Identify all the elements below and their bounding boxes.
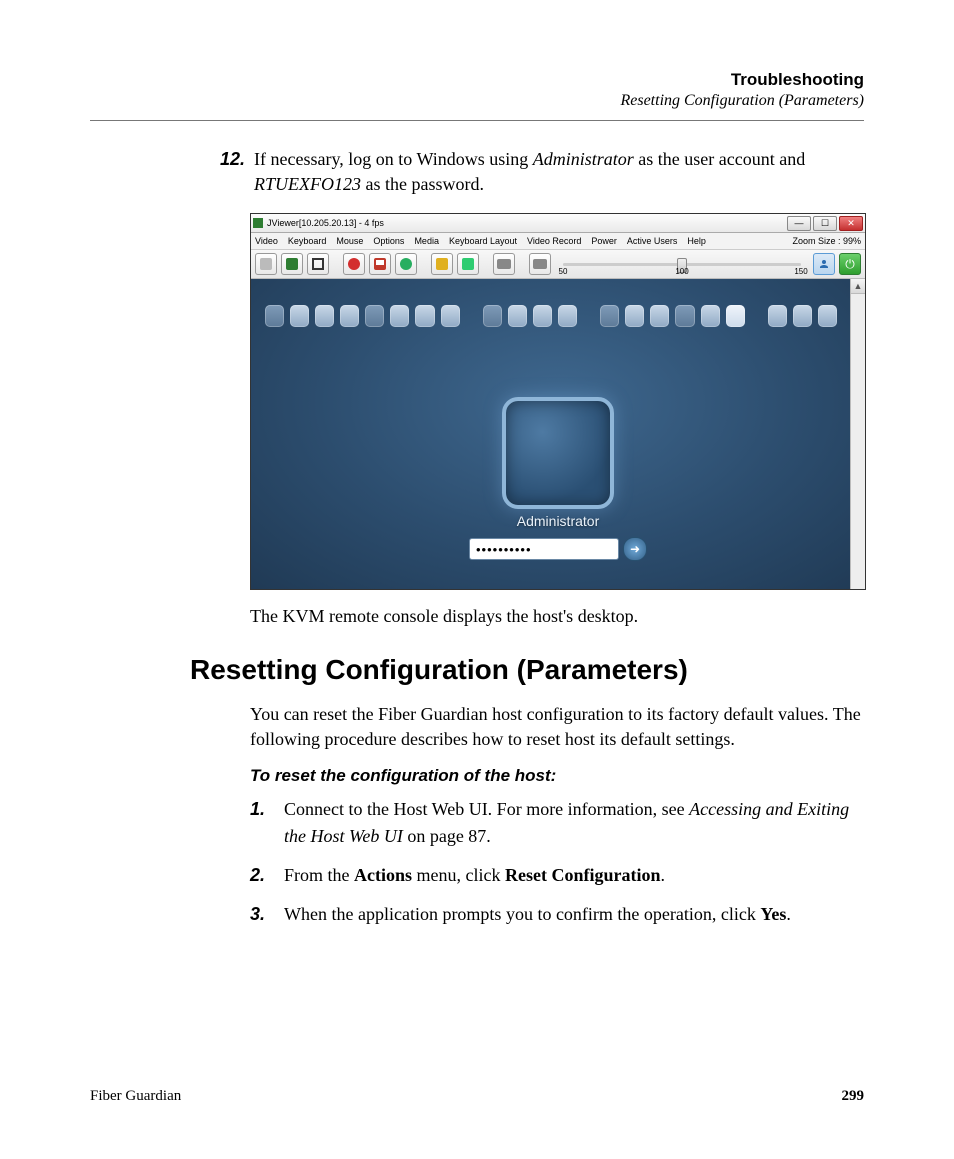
menu-power[interactable]: Power [591,236,617,246]
menu-video-record[interactable]: Video Record [527,236,581,246]
zoom-slider[interactable]: 50 100 150 [555,263,809,266]
taskbar-icons [251,305,851,327]
step-body: Connect to the Host Web UI. For more inf… [284,796,864,850]
remote-desktop: Administrator ➜ ▲ [251,279,865,589]
stop-icon[interactable] [395,253,417,275]
text: on page 87. [403,826,491,846]
tick-50: 50 [559,267,568,276]
tick-100: 100 [675,267,688,276]
step-body: From the Actions menu, click Reset Confi… [284,862,864,889]
app-icon [253,218,263,228]
actions-menu: Actions [354,865,412,885]
power-icon[interactable]: ⏻ [839,253,861,275]
step-12: 12. If necessary, log on to Windows usin… [220,147,864,197]
menu-keyboard-layout[interactable]: Keyboard Layout [449,236,517,246]
text: as the user account and [634,149,805,169]
zoom-label: Zoom Size : 99% [792,236,861,246]
step-3: 3. When the application prompts you to c… [250,901,864,928]
menu-help[interactable]: Help [687,236,706,246]
menu-video[interactable]: Video [255,236,278,246]
keyboard-icon-2[interactable] [529,253,551,275]
procedure-subhead: To reset the configuration of the host: [250,766,864,786]
settings-icon-2[interactable] [457,253,479,275]
admin-value: Administrator [533,149,634,169]
text: Connect to the Host Web UI. For more inf… [284,799,689,819]
intro-paragraph: You can reset the Fiber Guardian host co… [250,702,864,752]
play-icon[interactable] [281,253,303,275]
password-input[interactable] [469,538,619,560]
page-footer: Fiber Guardian 299 [90,1088,864,1105]
text: menu, click [412,865,505,885]
password-value: RTUEXFO123 [254,174,361,194]
kvm-screenshot: JViewer[10.205.20.13] - 4 fps — ☐ ✕ Vide… [250,213,866,590]
user-avatar [502,397,614,509]
submit-arrow-icon[interactable]: ➜ [623,537,647,561]
window-titlebar: JViewer[10.205.20.13] - 4 fps — ☐ ✕ [251,214,865,233]
header-title: Troubleshooting [90,70,864,90]
text: . [660,865,665,885]
text: . [786,904,791,924]
reset-config: Reset Configuration [505,865,661,885]
text: When the application prompts you to conf… [284,904,760,924]
password-row: ➜ [469,537,647,561]
step-number: 3. [250,901,284,928]
header-divider [90,120,864,121]
menu-bar: Video Keyboard Mouse Options Media Keybo… [251,233,865,250]
keyboard-icon[interactable] [493,253,515,275]
scroll-up-icon[interactable]: ▲ [851,279,865,294]
record-icon[interactable] [343,253,365,275]
login-username: Administrator [517,513,599,529]
text: as the password. [361,174,484,194]
toolbar: 50 100 150 ⏻ [251,250,865,279]
maximize-button[interactable]: ☐ [813,216,837,231]
running-header: Troubleshooting Resetting Configuration … [90,70,864,110]
yes-button-label: Yes [760,904,786,924]
screenshot-caption: The KVM remote console displays the host… [250,604,864,629]
step-body: When the application prompts you to conf… [284,901,864,928]
pause-icon[interactable] [255,253,277,275]
minimize-button[interactable]: — [787,216,811,231]
text: From the [284,865,354,885]
step-number: 12. [220,147,254,197]
user-icon[interactable] [813,253,835,275]
tick-150: 150 [794,267,807,276]
save-icon[interactable] [369,253,391,275]
menu-media[interactable]: Media [414,236,439,246]
document-page: Troubleshooting Resetting Configuration … [0,0,954,1159]
fullscreen-icon[interactable] [307,253,329,275]
close-button[interactable]: ✕ [839,216,863,231]
footer-left: Fiber Guardian [90,1088,181,1105]
step-number: 1. [250,796,284,850]
step-2: 2. From the Actions menu, click Reset Co… [250,862,864,889]
vertical-scrollbar[interactable]: ▲ [850,279,865,589]
menu-options[interactable]: Options [373,236,404,246]
window-buttons: — ☐ ✕ [787,216,863,231]
menu-keyboard[interactable]: Keyboard [288,236,327,246]
menu-mouse[interactable]: Mouse [336,236,363,246]
window-title: JViewer[10.205.20.13] - 4 fps [267,218,787,228]
text: If necessary, log on to Windows using [254,149,533,169]
section-heading: Resetting Configuration (Parameters) [190,654,864,686]
step-1: 1. Connect to the Host Web UI. For more … [250,796,864,850]
menu-active-users[interactable]: Active Users [627,236,678,246]
step-body: If necessary, log on to Windows using Ad… [254,147,864,197]
settings-icon[interactable] [431,253,453,275]
page-number: 299 [842,1088,865,1105]
step-number: 2. [250,862,284,889]
header-subtitle: Resetting Configuration (Parameters) [90,92,864,110]
